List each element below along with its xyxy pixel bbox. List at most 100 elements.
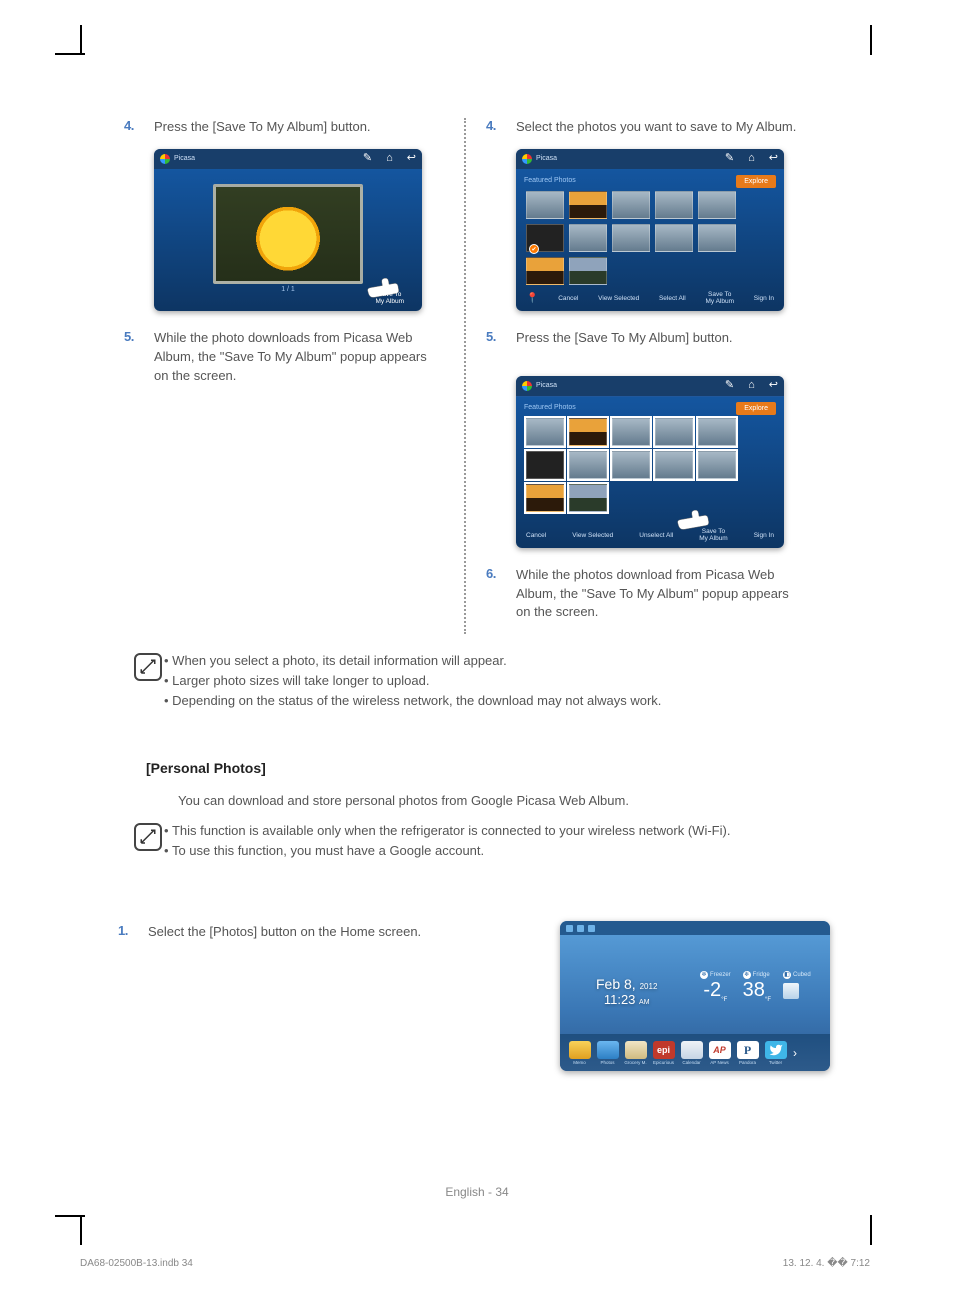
date-year: 2012 — [640, 982, 658, 991]
photo-thumb[interactable] — [569, 418, 607, 446]
select-all-button[interactable]: Select All — [659, 295, 686, 302]
picasa-single-photo-screenshot: Picasa ✎ ⌂ ↩ 1 / 1 Save To My Album — [154, 149, 422, 311]
app-photos[interactable]: Photos — [595, 1041, 620, 1065]
right-column: 4. Select the photos you want to save to… — [464, 118, 804, 634]
app-twitter[interactable]: Twitter — [763, 1041, 788, 1065]
app-memo[interactable]: Memo — [567, 1041, 592, 1065]
note-item: Depending on the status of the wireless … — [164, 691, 661, 711]
right-step-6: 6. While the photos download from Picasa… — [486, 566, 804, 623]
photo-thumb[interactable] — [612, 191, 650, 219]
header-icons: ✎ ⌂ ↩ — [725, 153, 778, 164]
right-step-5: 5. Press the [Save To My Album] button. — [486, 329, 804, 348]
note-item: When you select a photo, its detail info… — [164, 651, 661, 671]
home-icon[interactable]: ⌂ — [748, 153, 755, 164]
clock-widget: Feb 8, 2012 11:23 AM — [596, 976, 657, 1007]
featured-photos-label: Featured Photos — [524, 177, 576, 184]
picasa-logo-icon — [522, 154, 532, 164]
app-grocery[interactable]: Grocery M. — [623, 1041, 648, 1065]
fridge-unit: °F — [765, 997, 771, 1003]
back-icon[interactable]: ↩ — [769, 380, 778, 391]
photo-thumb[interactable] — [526, 191, 564, 219]
compose-icon[interactable]: ✎ — [725, 380, 734, 391]
save-to-album-button[interactable]: Save To My Album — [705, 291, 734, 305]
view-selected-button[interactable]: View Selected — [598, 295, 639, 302]
app-pandora[interactable]: PPandora — [735, 1041, 760, 1065]
photo-thumb[interactable] — [569, 484, 607, 512]
fridge-label: Fridge — [753, 972, 770, 978]
source-file-label: DA68-02500B-13.indb 34 — [80, 1258, 193, 1269]
unselect-all-button[interactable]: Unselect All — [639, 532, 673, 539]
back-icon[interactable]: ↩ — [769, 153, 778, 164]
explore-button[interactable]: Explore — [736, 402, 776, 415]
cancel-button[interactable]: Cancel — [558, 295, 578, 302]
notes-box-2: This function is available only when the… — [134, 821, 834, 861]
compose-icon[interactable]: ✎ — [725, 153, 734, 164]
note-icon — [134, 821, 164, 861]
photo-thumb[interactable] — [526, 451, 564, 479]
note-item: Larger photo sizes will take longer to u… — [164, 671, 661, 691]
note-icon — [134, 651, 164, 711]
step-number: 4. — [124, 118, 154, 137]
page-footer: English - 34 — [0, 1185, 954, 1199]
photo-thumb[interactable] — [612, 224, 650, 252]
photo-grid — [526, 191, 774, 285]
photo-thumb[interactable] — [698, 418, 736, 446]
left-step-5: 5. While the photo downloads from Picasa… — [124, 329, 444, 386]
picasa-grid-screenshot-2: Picasa ✎ ⌂ ↩ Featured Photos Explore — [516, 376, 784, 548]
explore-button[interactable]: Explore — [736, 175, 776, 188]
app-header: Picasa ✎ ⌂ ↩ — [154, 149, 422, 169]
photo-thumb[interactable] — [526, 418, 564, 446]
photo-thumb[interactable] — [698, 224, 736, 252]
photo-thumb[interactable] — [569, 257, 607, 285]
save-to-album-button[interactable]: Save To My Album — [699, 528, 728, 542]
photo-thumb[interactable] — [612, 451, 650, 479]
note-item: To use this function, you must have a Go… — [164, 841, 730, 861]
app-title: Picasa — [536, 382, 557, 389]
back-icon[interactable]: ↩ — [407, 153, 416, 164]
app-header: Picasa ✎ ⌂ ↩ — [516, 376, 784, 396]
header-icons: ✎ ⌂ ↩ — [363, 153, 416, 164]
freezer-unit: °F — [721, 997, 727, 1003]
dock-next-arrow-icon[interactable]: › — [793, 1046, 797, 1060]
photo-thumb[interactable] — [569, 191, 607, 219]
photo-thumb[interactable] — [612, 418, 650, 446]
photo-thumb[interactable] — [526, 257, 564, 285]
ice-widget[interactable]: ◧Cubed — [783, 971, 811, 1003]
right-step-4: 4. Select the photos you want to save to… — [486, 118, 804, 137]
photo-thumb[interactable] — [569, 451, 607, 479]
step-number: 4. — [486, 118, 516, 137]
featured-photos-label: Featured Photos — [524, 404, 576, 411]
save-to-album-label[interactable]: Save To My Album — [375, 291, 404, 305]
sign-in-button[interactable]: Sign In — [754, 532, 774, 539]
step-number: 5. — [124, 329, 154, 386]
status-bar — [560, 921, 830, 935]
photo-thumb[interactable] — [655, 191, 693, 219]
photo-thumb[interactable] — [655, 451, 693, 479]
ice-dot-icon: ◧ — [783, 971, 791, 979]
photo-thumb[interactable] — [698, 451, 736, 479]
photo-thumb[interactable] — [569, 224, 607, 252]
freezer-widget[interactable]: ❄Freezer -2°F — [700, 971, 731, 1003]
app-header: Picasa ✎ ⌂ ↩ — [516, 149, 784, 169]
temperature-widgets: ❄Freezer -2°F ❄Fridge 38°F ◧Cubed — [700, 971, 811, 1003]
app-apnews[interactable]: APAP News — [707, 1041, 732, 1065]
fridge-widget[interactable]: ❄Fridge 38°F — [743, 971, 771, 1003]
picasa-logo-icon — [522, 381, 532, 391]
photo-thumb[interactable] — [655, 418, 693, 446]
compose-icon[interactable]: ✎ — [363, 153, 372, 164]
section-intro: You can download and store personal phot… — [178, 793, 629, 808]
photo-thumb[interactable] — [526, 484, 564, 512]
picasa-logo-icon — [160, 154, 170, 164]
app-epicurious[interactable]: epiEpicurious — [651, 1041, 676, 1065]
app-calendar[interactable]: Calendar — [679, 1041, 704, 1065]
notes-list: This function is available only when the… — [164, 821, 730, 861]
sign-in-button[interactable]: Sign In — [754, 295, 774, 302]
cancel-button[interactable]: Cancel — [526, 532, 546, 539]
photo-thumb[interactable] — [698, 191, 736, 219]
location-pin-icon: 📍 — [526, 293, 538, 304]
photo-thumb[interactable] — [655, 224, 693, 252]
view-selected-button[interactable]: View Selected — [572, 532, 613, 539]
date-main: Feb 8, — [596, 976, 636, 992]
home-icon[interactable]: ⌂ — [386, 153, 393, 164]
home-icon[interactable]: ⌂ — [748, 380, 755, 391]
